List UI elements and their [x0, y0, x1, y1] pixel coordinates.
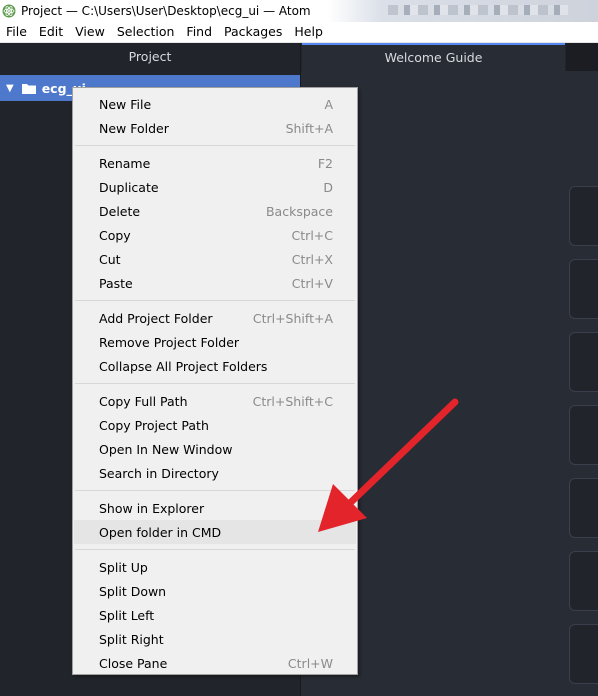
menu-item-label: Open folder in CMD [99, 524, 222, 540]
menu-item-label: Remove Project Folder [99, 334, 240, 350]
menu-item-copy-project-path[interactable]: Copy Project Path [74, 413, 356, 437]
menu-item-open-in-new-window[interactable]: Open In New Window [74, 437, 356, 461]
menu-separator [75, 383, 355, 384]
menu-item-label: Delete [99, 203, 141, 219]
menu-item-label: Rename [99, 155, 151, 171]
guide-card[interactable] [569, 624, 598, 684]
menu-item-close-pane[interactable]: Close Pane Ctrl+W [74, 651, 356, 675]
tab-bar: Project Welcome Guide [0, 43, 598, 71]
menu-item-label: Copy [99, 227, 131, 243]
menu-item-duplicate[interactable]: Duplicate D [74, 175, 356, 199]
menu-separator [75, 549, 355, 550]
menu-item-split-down[interactable]: Split Down [74, 579, 356, 603]
menu-item-label: Cut [99, 251, 121, 267]
menu-item-rename[interactable]: Rename F2 [74, 151, 356, 175]
menu-separator [75, 145, 355, 146]
context-menu: New File A New Folder Shift+A Rename F2 Duplic… [72, 87, 358, 675]
menu-edit[interactable]: Edit [33, 22, 69, 42]
blurred-taskbar-region [328, 0, 598, 22]
menu-item-shortcut: Ctrl+Shift+A [252, 310, 333, 326]
atom-icon [2, 4, 16, 18]
menu-view[interactable]: View [69, 22, 111, 42]
menu-separator [75, 300, 355, 301]
menu-item-label: New Folder [99, 120, 169, 136]
menu-item-shortcut: Ctrl+V [291, 275, 333, 291]
menu-item-shortcut: Ctrl+Shift+C [252, 393, 333, 409]
window-title: Project — C:\Users\User\Desktop\ecg_ui —… [21, 4, 311, 18]
menu-item-label: Show in Explorer [99, 500, 205, 516]
menu-file[interactable]: File [0, 22, 33, 42]
guide-card[interactable] [569, 186, 598, 246]
menu-item-open-folder-in-cmd[interactable]: Open folder in CMD [74, 520, 356, 544]
menu-item-shortcut: Ctrl+X [291, 251, 333, 267]
guide-card[interactable] [569, 259, 598, 319]
menu-find[interactable]: Find [180, 22, 218, 42]
menu-item-new-folder[interactable]: New Folder Shift+A [74, 116, 356, 140]
menu-item-search-in-directory[interactable]: Search in Directory [74, 461, 356, 485]
menu-item-label: Collapse All Project Folders [99, 358, 268, 374]
menu-bar: File Edit View Selection Find Packages Help [0, 22, 598, 43]
menu-item-shortcut: A [324, 96, 333, 112]
menu-item-label: Paste [99, 275, 133, 291]
menu-item-label: Search in Directory [99, 465, 219, 481]
menu-item-collapse-all-project-folders[interactable]: Collapse All Project Folders [74, 354, 356, 378]
menu-item-delete[interactable]: Delete Backspace [74, 199, 356, 223]
guide-card[interactable] [569, 405, 598, 465]
chevron-down-icon[interactable]: ▼ [6, 83, 14, 94]
menu-item-split-up[interactable]: Split Up [74, 555, 356, 579]
tab-project[interactable]: Project [0, 43, 301, 71]
menu-item-copy[interactable]: Copy Ctrl+C [74, 223, 356, 247]
menu-item-split-right[interactable]: Split Right [74, 627, 356, 651]
menu-item-label: Split Left [99, 607, 155, 623]
menu-item-paste[interactable]: Paste Ctrl+V [74, 271, 356, 295]
menu-item-shortcut: Ctrl+W [287, 655, 333, 671]
menu-item-label: Copy Full Path [99, 393, 188, 409]
window-title-bar: Project — C:\Users\User\Desktop\ecg_ui —… [0, 0, 598, 22]
menu-item-label: Add Project Folder [99, 310, 213, 326]
guide-card[interactable] [569, 478, 598, 538]
menu-selection[interactable]: Selection [111, 22, 181, 42]
tab-bar-empty-area [566, 43, 598, 71]
guide-card[interactable] [569, 332, 598, 392]
menu-item-split-left[interactable]: Split Left [74, 603, 356, 627]
menu-item-add-project-folder[interactable]: Add Project Folder Ctrl+Shift+A [74, 306, 356, 330]
menu-item-shortcut: F2 [317, 155, 333, 171]
menu-item-label: New File [99, 96, 152, 112]
menu-item-label: Open In New Window [99, 441, 233, 457]
menu-item-shortcut: D [323, 179, 333, 195]
menu-packages[interactable]: Packages [218, 22, 288, 42]
menu-item-label: Close Pane [99, 655, 168, 671]
tab-welcome-guide[interactable]: Welcome Guide [302, 43, 565, 71]
menu-separator [75, 490, 355, 491]
guide-card[interactable] [569, 551, 598, 611]
menu-item-label: Copy Project Path [99, 417, 209, 433]
menu-item-label: Split Right [99, 631, 164, 647]
folder-icon [21, 83, 36, 94]
menu-item-copy-full-path[interactable]: Copy Full Path Ctrl+Shift+C [74, 389, 356, 413]
menu-item-label: Split Up [99, 559, 148, 575]
menu-item-new-file[interactable]: New File A [74, 92, 356, 116]
menu-item-remove-project-folder[interactable]: Remove Project Folder [74, 330, 356, 354]
menu-item-shortcut: Shift+A [285, 120, 333, 136]
menu-item-label: Split Down [99, 583, 167, 599]
menu-item-shortcut: Ctrl+C [291, 227, 333, 243]
menu-item-show-in-explorer[interactable]: Show in Explorer [74, 496, 356, 520]
menu-item-shortcut: Backspace [265, 203, 333, 219]
menu-help[interactable]: Help [288, 22, 329, 42]
menu-item-label: Duplicate [99, 179, 159, 195]
menu-item-cut[interactable]: Cut Ctrl+X [74, 247, 356, 271]
